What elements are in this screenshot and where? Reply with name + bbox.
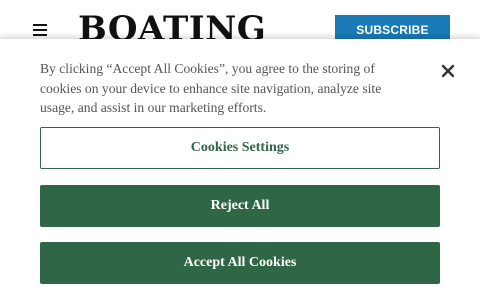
- reject-all-button[interactable]: Reject All: [40, 185, 440, 227]
- cookie-consent-message: By clicking “Accept All Cookies”, you ag…: [40, 61, 382, 115]
- close-button[interactable]: [437, 60, 459, 82]
- close-icon: [441, 64, 455, 78]
- cookie-consent-banner: By clicking “Accept All Cookies”, you ag…: [0, 39, 480, 300]
- hamburger-menu-icon[interactable]: [33, 24, 47, 36]
- cookies-settings-button[interactable]: Cookies Settings: [40, 127, 440, 169]
- accept-all-cookies-button[interactable]: Accept All Cookies: [40, 242, 440, 284]
